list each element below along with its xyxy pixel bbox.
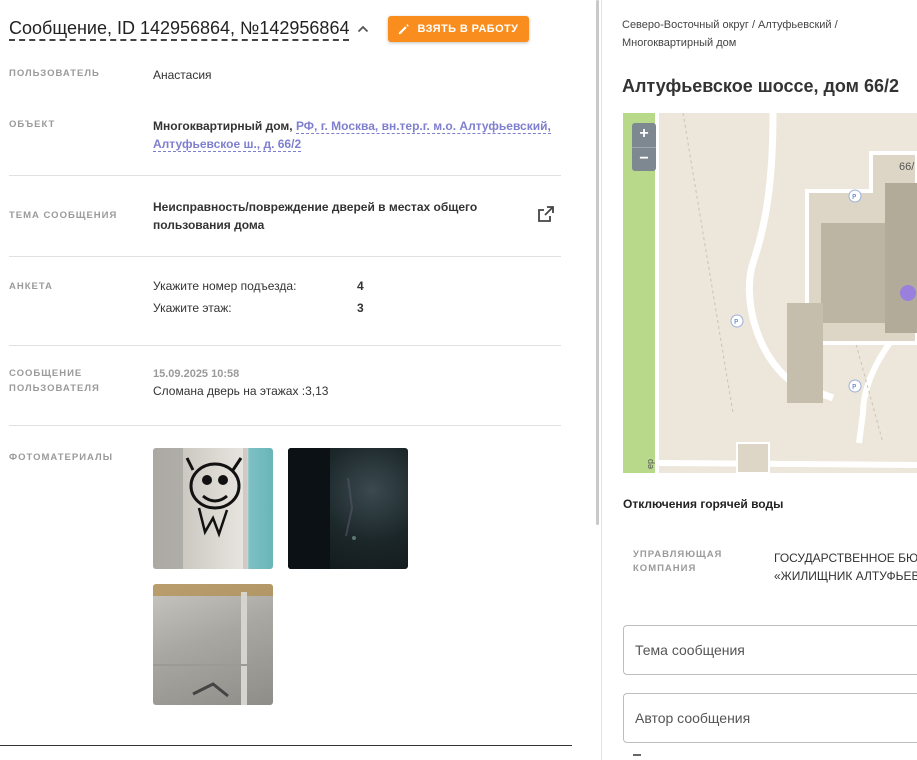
survey-label: АНКЕТА — [9, 281, 53, 292]
pencil-icon — [399, 23, 410, 34]
management-company-line: «ЖИЛИЩНИК АЛТУФЬЕВ — [774, 569, 917, 583]
management-company-value: ГОСУДАРСТВЕННОЕ БЮДЖ «ЖИЛИЩНИК АЛТУФЬЕВ — [774, 549, 917, 585]
survey-answer: 3 — [357, 301, 364, 315]
author-input[interactable] — [624, 694, 917, 742]
graffiti-door-image — [153, 448, 247, 569]
breadcrumb[interactable]: Северо-Восточный округ / Алтуфьевский / … — [622, 16, 912, 52]
scrollbar[interactable] — [596, 0, 599, 525]
svg-text:P: P — [734, 318, 738, 326]
map-building-label: 66/ — [899, 161, 915, 173]
user-message-row: СООБЩЕНИЕ ПОЛЬЗОВАТЕЛЯ 15.09.2025 10:58 … — [9, 366, 561, 406]
message-title[interactable]: Сообщение, ID 142956864, №142956864 — [9, 18, 350, 41]
message-date: 15.09.2025 10:58 — [153, 368, 240, 380]
object-value: Многоквартирный дом, РФ, г. Москва, вн.т… — [153, 117, 553, 153]
divider — [9, 425, 561, 426]
user-value: Анастасия — [153, 68, 212, 82]
message-text: Сломана дверь на этажах :3,13 — [153, 384, 329, 398]
photos-row: ФОТОМАТЕРИАЛЫ — [9, 450, 561, 470]
topic-input[interactable] — [624, 626, 917, 674]
take-to-work-button[interactable]: ВЗЯТЬ В РАБОТУ — [388, 16, 530, 42]
map-zoom-control: + − — [632, 123, 656, 171]
map[interactable]: P P P 66/ ер + − — [623, 113, 917, 473]
user-label: ПОЛЬЗОВАТЕЛЬ — [9, 68, 100, 79]
damaged-door-image — [153, 584, 273, 705]
object-row: ОБЪЕКТ Многоквартирный дом, РФ, г. Москв… — [9, 117, 561, 157]
dark-door-image — [288, 448, 356, 569]
chevron-up-icon[interactable] — [355, 21, 371, 37]
object-label: ОБЪЕКТ — [9, 119, 56, 130]
topic-value: Неисправность/повреждение дверей в места… — [153, 200, 478, 232]
divider — [0, 745, 572, 746]
user-message-value: 15.09.2025 10:58 Сломана дверь на этажах… — [153, 366, 328, 400]
author-field[interactable] — [623, 693, 917, 743]
photo-thumbnail[interactable] — [153, 448, 273, 569]
topic-row: ТЕМА СООБЩЕНИЯ Неисправность/повреждение… — [9, 198, 561, 238]
message-panel: Сообщение, ID 142956864, №142956864 ВЗЯТ… — [0, 0, 572, 760]
survey-question-text: Укажите номер подъезда: — [153, 279, 297, 293]
map-road-label: ер — [645, 458, 656, 470]
divider — [9, 345, 561, 346]
photo-thumbnail[interactable] — [153, 584, 273, 705]
topic-field[interactable] — [623, 625, 917, 675]
photo-thumbnail[interactable] — [288, 448, 408, 569]
management-company-line: ГОСУДАРСТВЕННОЕ БЮДЖ — [774, 551, 917, 565]
hot-water-outages-link[interactable]: Отключения горячей воды — [623, 497, 783, 511]
divider — [9, 256, 561, 257]
survey-question: Укажите номер подъезда: 4 — [153, 275, 364, 297]
survey-answer: 4 — [357, 279, 364, 293]
svg-text:P: P — [852, 383, 856, 391]
survey-question-text: Укажите этаж: — [153, 301, 232, 315]
building-address: Алтуфьевское шоссе, дом 66/2 — [622, 76, 900, 96]
management-company-label: УПРАВЛЯЮЩАЯ КОМПАНИЯ — [633, 549, 723, 574]
open-external-icon[interactable] — [536, 204, 556, 224]
cutoff-field-label — [633, 754, 641, 756]
user-row: ПОЛЬЗОВАТЕЛЬ Анастасия — [9, 66, 561, 86]
photos-label: ФОТОМАТЕРИАЛЫ — [9, 452, 114, 463]
topic-label: ТЕМА СООБЩЕНИЯ — [9, 210, 118, 221]
object-type: Многоквартирный дом, — [153, 119, 293, 133]
user-message-label: СООБЩЕНИЕ ПОЛЬЗОВАТЕЛЯ — [9, 368, 100, 394]
survey-answers: Укажите номер подъезда: 4 Укажите этаж: … — [153, 275, 364, 319]
zoom-out-button[interactable]: − — [632, 147, 656, 171]
map-canvas: P P P — [623, 113, 917, 473]
panel-divider — [601, 0, 602, 760]
message-header: Сообщение, ID 142956864, №142956864 ВЗЯТ… — [9, 14, 530, 44]
svg-text:P: P — [852, 193, 856, 201]
take-to-work-label: ВЗЯТЬ В РАБОТУ — [417, 23, 519, 35]
survey-row: АНКЕТА Укажите номер подъезда: 4 Укажите… — [9, 279, 561, 323]
divider — [9, 175, 561, 176]
zoom-in-button[interactable]: + — [632, 123, 656, 147]
survey-question: Укажите этаж: 3 — [153, 297, 364, 319]
